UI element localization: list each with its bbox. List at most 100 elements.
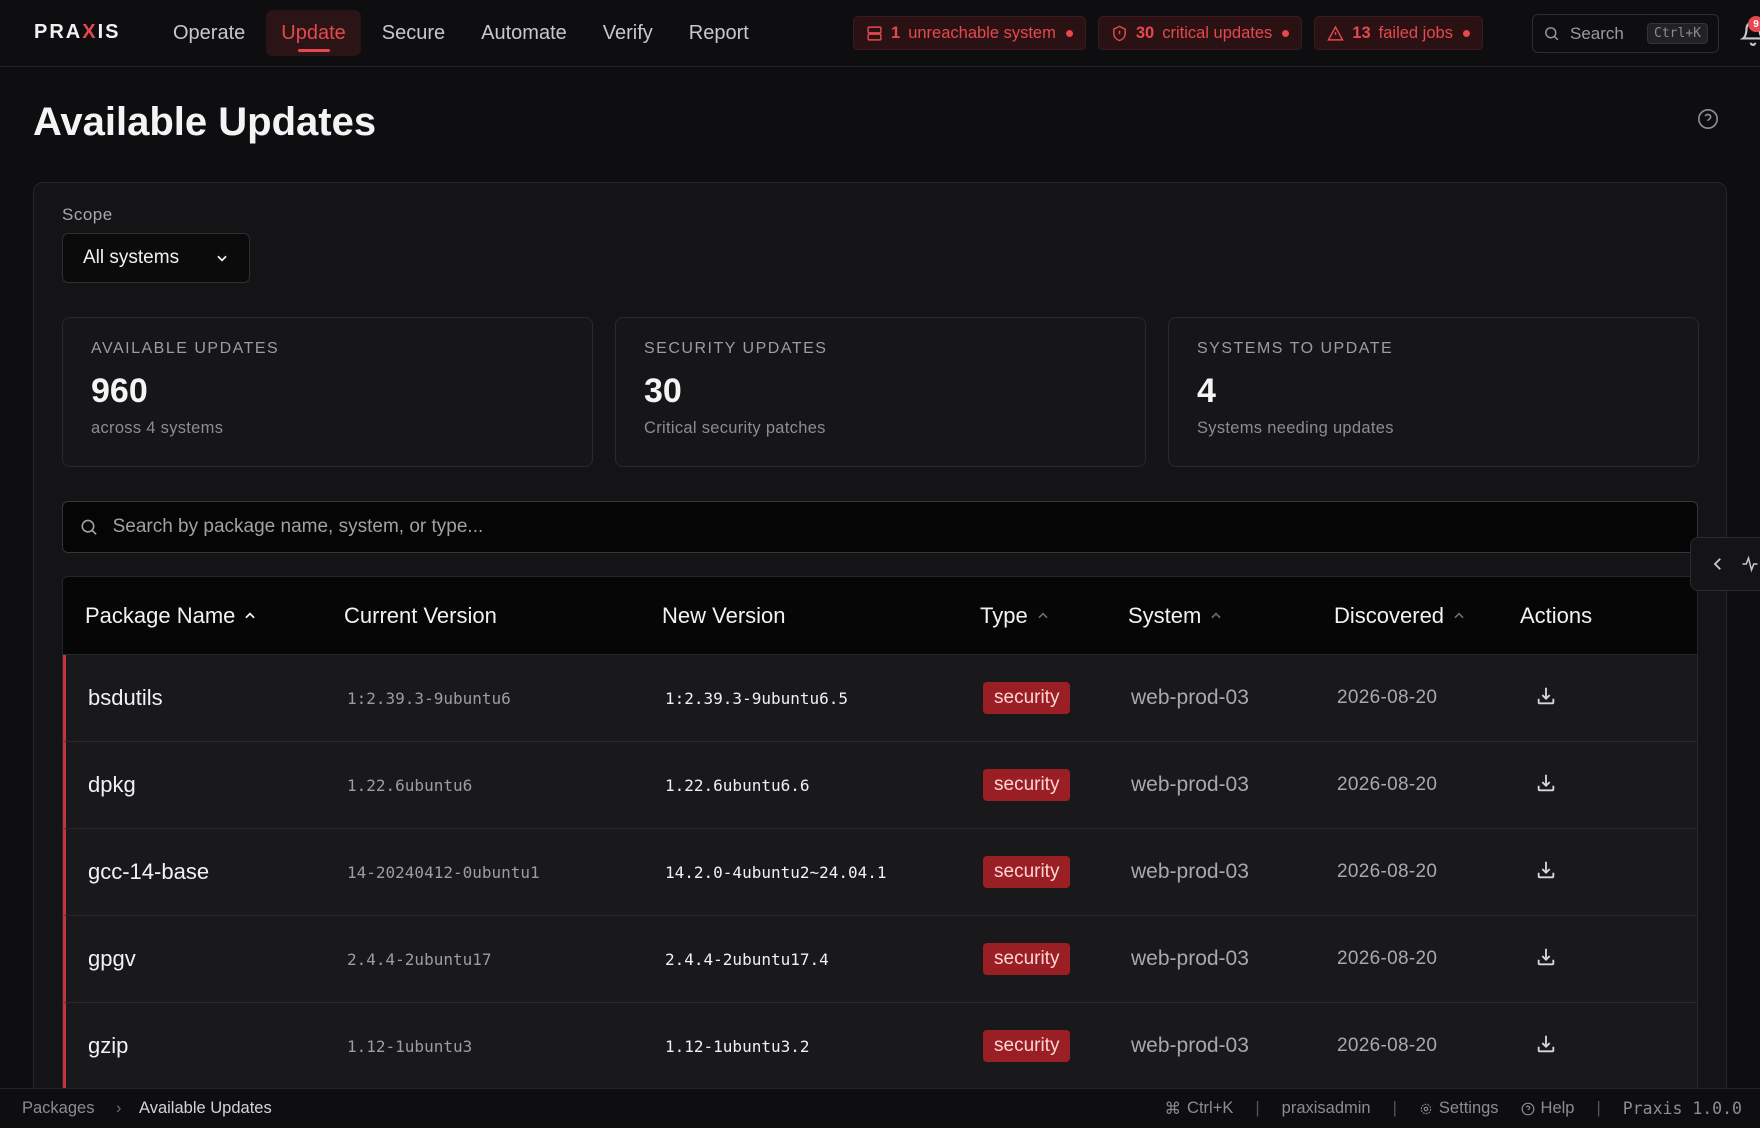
top-navigation-bar: PRAXIS Operate Update Secure Automate Ve… [0, 0, 1760, 67]
package-search-input[interactable] [112, 516, 1681, 538]
table-row[interactable]: gcc-14-base 14-20240412-0ubuntu1 14.2.0-… [63, 829, 1697, 916]
command-shortcut[interactable]: ⌘ Ctrl+K [1165, 1099, 1234, 1119]
column-header-system[interactable]: System [1128, 603, 1334, 629]
alert-count: 1 [891, 23, 901, 42]
footer-separator: | [1255, 1099, 1260, 1117]
stat-value: 960 [91, 372, 148, 410]
current-version: 14-20240412-0ubuntu1 [347, 862, 540, 882]
search-icon [1545, 27, 1559, 41]
logo-text-left: PRA [34, 21, 83, 43]
package-search-field[interactable] [62, 501, 1698, 553]
stat-subtext: Systems needing updates [1197, 419, 1394, 437]
logo-text-x: X [82, 21, 98, 43]
download-icon[interactable] [1535, 946, 1557, 968]
column-header-package[interactable]: Package Name [63, 603, 344, 629]
nav-automate[interactable]: Automate [466, 10, 582, 56]
gear-icon [1420, 1103, 1432, 1114]
breadcrumb-packages[interactable]: Packages [22, 1099, 94, 1118]
discovered-date: 2026-08-20 [1337, 861, 1438, 882]
footer-settings-link[interactable]: Settings [1419, 1099, 1499, 1118]
footer-settings-label: Settings [1438, 1099, 1499, 1117]
current-version: 1:2.39.3-9ubuntu6 [347, 688, 511, 708]
system-name: web-prod-03 [1131, 860, 1249, 883]
column-header-label: Discovered [1334, 602, 1445, 628]
download-icon[interactable] [1535, 685, 1557, 707]
new-version: 14.2.0-4ubuntu2~24.04.1 [665, 862, 887, 882]
column-header-type[interactable]: Type [980, 603, 1128, 629]
nav-secure[interactable]: Secure [367, 10, 460, 56]
download-icon[interactable] [1535, 859, 1557, 881]
table-row[interactable]: bsdutils 1:2.39.3-9ubuntu6 1:2.39.3-9ubu… [63, 655, 1697, 742]
stat-card-security-updates: SECURITY UPDATES 30 Critical security pa… [615, 317, 1146, 467]
nav-verify[interactable]: Verify [588, 10, 668, 56]
stat-value: 30 [644, 372, 682, 410]
sort-icon [1211, 611, 1222, 618]
package-name: gpgv [88, 946, 136, 971]
table-row[interactable]: gpgv 2.4.4-2ubuntu17 2.4.4-2ubuntu17.4 s… [63, 916, 1697, 1003]
new-version: 2.4.4-2ubuntu17.4 [665, 949, 829, 969]
current-version: 1.22.6ubuntu6 [347, 775, 473, 795]
type-badge: security [983, 943, 1071, 975]
column-header-label: Type [980, 602, 1028, 628]
system-name: web-prod-03 [1131, 947, 1249, 970]
footer-help-link[interactable]: Help [1521, 1099, 1575, 1118]
shield-icon [1112, 25, 1126, 41]
package-name: gcc-14-base [88, 859, 210, 884]
download-icon[interactable] [1535, 772, 1557, 794]
footer-separator: | [1596, 1099, 1601, 1117]
alert-count: 13 [1352, 23, 1371, 42]
critical-updates-alert[interactable]: 30 critical updates [1097, 16, 1303, 50]
column-header-discovered[interactable]: Discovered [1334, 603, 1520, 629]
table-row[interactable]: gzip 1.12-1ubuntu3 1.12-1ubuntu3.2 secur… [63, 1003, 1697, 1090]
nav-update[interactable]: Update [266, 10, 361, 56]
alert-text: unreachable system [908, 23, 1056, 42]
alert-dot [1462, 29, 1470, 37]
global-search[interactable]: Search Ctrl+K [1532, 14, 1719, 53]
search-icon [81, 519, 97, 535]
praxis-logo[interactable]: PRAXIS [34, 21, 120, 44]
footer-help-label: Help [1540, 1099, 1575, 1117]
column-header-new-version: New Version [662, 602, 786, 628]
package-name: bsdutils [88, 685, 163, 710]
unreachable-systems-alert[interactable]: 1 unreachable system [853, 16, 1086, 50]
app-version: Praxis 1.0.0 [1622, 1099, 1742, 1118]
download-icon[interactable] [1535, 1033, 1557, 1055]
activity-panel-toggle[interactable] [1690, 537, 1760, 591]
help-circle-icon[interactable] [1697, 108, 1719, 130]
page-title: Available Updates [33, 100, 377, 144]
scope-select[interactable]: All systems [62, 233, 250, 283]
package-name: dpkg [88, 772, 136, 797]
discovered-date: 2026-08-20 [1337, 1035, 1438, 1056]
system-name: web-prod-03 [1131, 686, 1249, 709]
activity-icon [1742, 555, 1758, 573]
current-version: 1.12-1ubuntu3 [347, 1036, 473, 1056]
footer-username[interactable]: praxisadmin [1282, 1099, 1371, 1118]
column-header-actions: Actions [1520, 602, 1593, 628]
status-footer: Packages › Available Updates ⌘ Ctrl+K | … [0, 1088, 1760, 1128]
updates-panel: Scope All systems AVAILABLE UPDATES 960 … [33, 182, 1727, 1128]
footer-separator: | [1392, 1099, 1397, 1117]
table-row[interactable]: dpkg 1.22.6ubuntu6 1.22.6ubuntu6.6 secur… [63, 742, 1697, 829]
nav-operate[interactable]: Operate [158, 10, 260, 56]
alert-dot [1282, 29, 1290, 37]
logo-text-right: IS [97, 21, 121, 43]
breadcrumb-current: Available Updates [139, 1099, 272, 1117]
system-name: web-prod-03 [1131, 1034, 1249, 1057]
main-nav: Operate Update Secure Automate Verify Re… [158, 10, 764, 56]
discovered-date: 2026-08-20 [1337, 774, 1438, 795]
column-header-label: System [1128, 602, 1202, 628]
server-icon [867, 25, 882, 41]
sort-ascending-icon [245, 611, 256, 618]
scope-selected-value: All systems [83, 247, 180, 268]
discovered-date: 2026-08-20 [1337, 948, 1438, 969]
type-badge: security [983, 856, 1071, 888]
nav-report[interactable]: Report [674, 10, 764, 56]
stats-row: AVAILABLE UPDATES 960 across 4 systems S… [62, 317, 1699, 467]
discovered-date: 2026-08-20 [1337, 687, 1438, 708]
stat-value: 4 [1197, 372, 1216, 410]
column-header-label: Package Name [85, 602, 236, 628]
chevron-left-icon [1713, 558, 1721, 570]
sort-icon [1454, 611, 1464, 618]
failed-jobs-alert[interactable]: 13 failed jobs [1314, 16, 1483, 50]
warning-triangle-icon [1327, 25, 1345, 41]
